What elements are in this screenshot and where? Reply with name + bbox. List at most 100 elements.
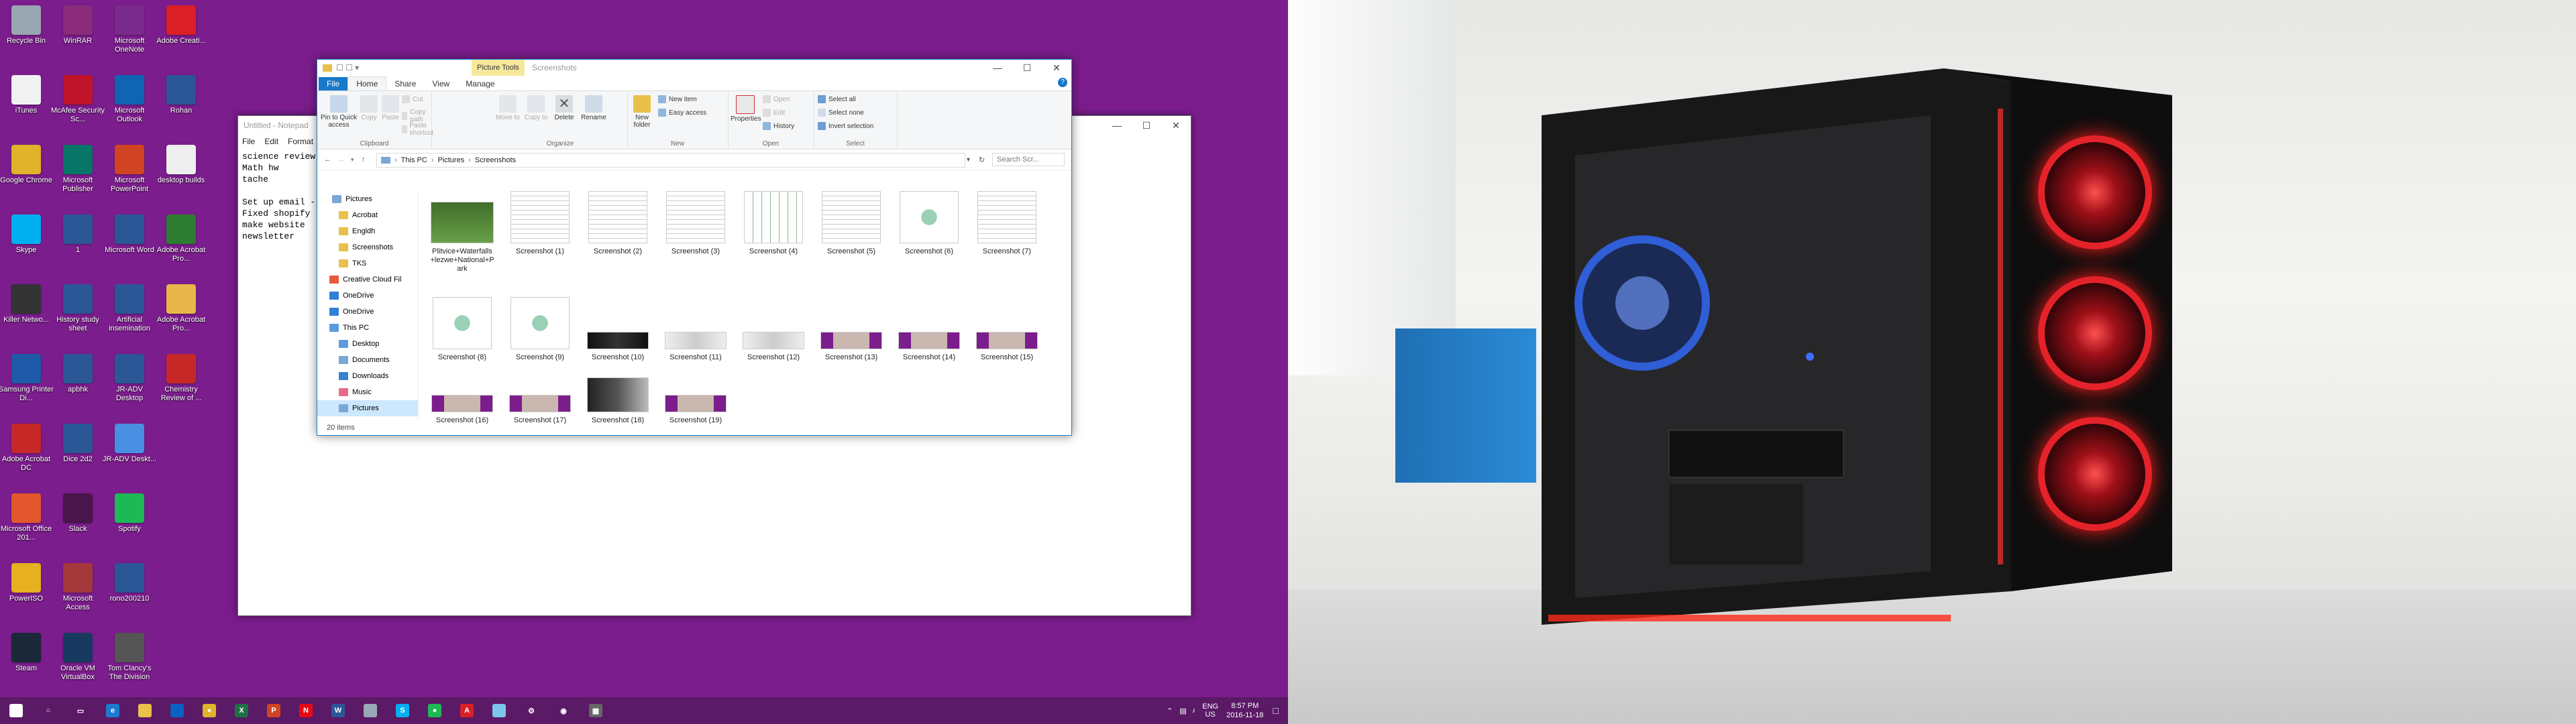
desktop-icon[interactable]: Microsoft Access [50, 559, 105, 612]
file-item[interactable]: Screenshot (7) [969, 191, 1044, 256]
quick-access-toolbar[interactable]: ☐ ☐ ▾ [336, 63, 359, 72]
menu-format[interactable]: Format [288, 137, 313, 146]
desktop-icon[interactable]: rono200210 [102, 559, 157, 603]
taskbar-task-view-button[interactable]: ▭ [64, 697, 97, 724]
desktop-icon[interactable]: McAfee Security Sc... [50, 71, 105, 124]
taskbar-edge-button[interactable]: e [97, 697, 129, 724]
clock[interactable]: 8:57 PM 2016-11-18 [1226, 701, 1263, 720]
desktop-icon[interactable]: JR-ADV Desktop [102, 350, 157, 403]
language-indicator[interactable]: ENG US [1202, 703, 1218, 719]
file-item[interactable]: Screenshot (18) [580, 377, 655, 425]
taskbar-steam-button[interactable]: ◉ [547, 697, 580, 724]
nav-item[interactable]: Documents [317, 352, 418, 368]
file-item[interactable]: Screenshot (10) [580, 297, 655, 362]
nav-item[interactable]: Screenshots [317, 239, 418, 255]
file-item[interactable]: Screenshot (15) [969, 297, 1044, 362]
back-icon[interactable]: ← [324, 156, 331, 164]
nav-item[interactable]: Desktop [317, 336, 418, 352]
nav-item[interactable]: Pictures [317, 400, 418, 416]
desktop-icon[interactable]: Microsoft Word [102, 210, 157, 255]
desktop-icon[interactable]: desktop builds [154, 141, 209, 185]
file-item[interactable]: Screenshot (17) [502, 377, 578, 425]
desktop-icon[interactable]: Skype [0, 210, 54, 255]
desktop-icon[interactable]: Adobe Acrobat DC [0, 420, 54, 473]
desktop-icon[interactable]: Slack [50, 489, 105, 534]
paste-button[interactable]: Paste [380, 95, 400, 121]
minimize-icon[interactable]: — [1102, 116, 1132, 135]
file-item[interactable]: Screenshot (3) [658, 191, 733, 256]
notepad-text-area[interactable]: science review Math hw tache Set up emai… [242, 151, 315, 242]
desktop-icon[interactable]: Adobe Acrobat Pro... [154, 280, 209, 333]
desktop-icon[interactable]: PowerISO [0, 559, 54, 603]
copy-to-button[interactable]: Copy to [524, 95, 548, 121]
taskbar-calculator-button[interactable]: ▦ [580, 697, 612, 724]
nav-item[interactable]: TKS [317, 255, 418, 272]
desktop-icon[interactable]: Tom Clancy's The Division [102, 629, 157, 682]
nav-item[interactable]: Music [317, 384, 418, 400]
new-item-button[interactable]: New item [658, 95, 697, 103]
file-item[interactable]: Screenshot (4) [736, 191, 811, 256]
breadcrumb-this-pc[interactable]: This PC [401, 156, 427, 164]
easy-access-button[interactable]: Easy access [658, 109, 706, 117]
nav-item[interactable]: OneDrive [317, 288, 418, 304]
file-item[interactable]: Screenshot (11) [658, 297, 733, 362]
nav-item[interactable]: Acrobat [317, 207, 418, 223]
file-item[interactable]: Screenshot (19) [658, 377, 733, 425]
nav-item[interactable]: Creative Cloud Fil [317, 272, 418, 288]
select-none-button[interactable]: Select none [818, 109, 864, 117]
refresh-icon[interactable]: ↻ [979, 156, 985, 164]
network-icon[interactable]: ▤ [1179, 707, 1186, 715]
delete-button[interactable]: ✕ Delete [552, 95, 576, 121]
taskbar-snipping-button[interactable] [354, 697, 386, 724]
copy-path-button[interactable]: Copy path [402, 109, 431, 123]
history-button[interactable]: History [763, 122, 794, 130]
taskbar-skype-button[interactable]: S [386, 697, 419, 724]
select-all-button[interactable]: Select all [818, 95, 856, 103]
taskbar-search-button[interactable]: ○ [32, 697, 64, 724]
file-item[interactable]: Screenshot (13) [814, 297, 889, 362]
desktop-icon[interactable]: 1 [50, 210, 105, 255]
help-icon[interactable]: ? [1058, 78, 1067, 87]
desktop-icon[interactable]: apbhk [50, 350, 105, 394]
open-button[interactable]: Open [763, 95, 790, 103]
desktop-icon[interactable]: Microsoft Outlook [102, 71, 157, 124]
desktop-icon[interactable]: Samsung Printer Di... [0, 350, 54, 403]
desktop-icon[interactable]: Dice 2d2 [50, 420, 105, 464]
volume-icon[interactable]: ♪ [1192, 707, 1196, 715]
menu-edit[interactable]: Edit [264, 137, 278, 146]
minimize-icon[interactable]: — [983, 60, 1012, 76]
file-item[interactable]: Screenshot (16) [425, 377, 500, 425]
desktop-icon[interactable]: Microsoft OneNote [102, 1, 157, 54]
taskbar-acrobat-button[interactable]: A [451, 697, 483, 724]
taskbar-settings-button[interactable]: ⚙ [515, 697, 547, 724]
nav-item[interactable]: OneDrive [317, 304, 418, 320]
address-dropdown-icon[interactable]: ▾ [967, 156, 970, 164]
desktop-icon[interactable]: Adobe Creati... [154, 1, 209, 46]
desktop-icon[interactable]: Spotify [102, 489, 157, 534]
copy-button[interactable]: Copy [359, 95, 379, 121]
file-item[interactable]: Screenshot (9) [502, 297, 578, 362]
desktop-icon[interactable]: Google Chrome [0, 141, 54, 185]
tab-share[interactable]: Share [386, 77, 424, 90]
desktop-icon[interactable]: JR-ADV Deskt... [102, 420, 157, 464]
recent-dropdown-icon[interactable]: ▾ [351, 156, 354, 164]
file-item[interactable]: Screenshot (1) [502, 191, 578, 256]
taskbar-spotify-button[interactable]: ● [419, 697, 451, 724]
close-icon[interactable]: ✕ [1042, 60, 1071, 76]
pin-button[interactable]: Pin to Quick access [320, 95, 358, 129]
properties-button[interactable]: Properties [731, 95, 761, 123]
file-item[interactable]: Screenshot (5) [814, 191, 889, 256]
taskbar-word-button[interactable]: W [322, 697, 354, 724]
close-icon[interactable]: ✕ [1161, 116, 1191, 135]
nav-item[interactable]: This PC [317, 320, 418, 336]
taskbar-file-explorer-button[interactable] [129, 697, 161, 724]
desktop-icon[interactable]: Recycle Bin [0, 1, 54, 46]
tab-home[interactable]: Home [347, 76, 387, 90]
taskbar-chrome-button[interactable]: ● [193, 697, 225, 724]
desktop-icon[interactable]: WinRAR [50, 1, 105, 46]
address-bar[interactable]: › This PC › Pictures › Screenshots [376, 153, 965, 168]
edit-button[interactable]: Edit [763, 109, 785, 117]
desktop-icon[interactable]: Chemistry Review of ... [154, 350, 209, 403]
file-item[interactable]: Screenshot (14) [892, 297, 967, 362]
nav-item[interactable]: Pictures [317, 191, 418, 207]
